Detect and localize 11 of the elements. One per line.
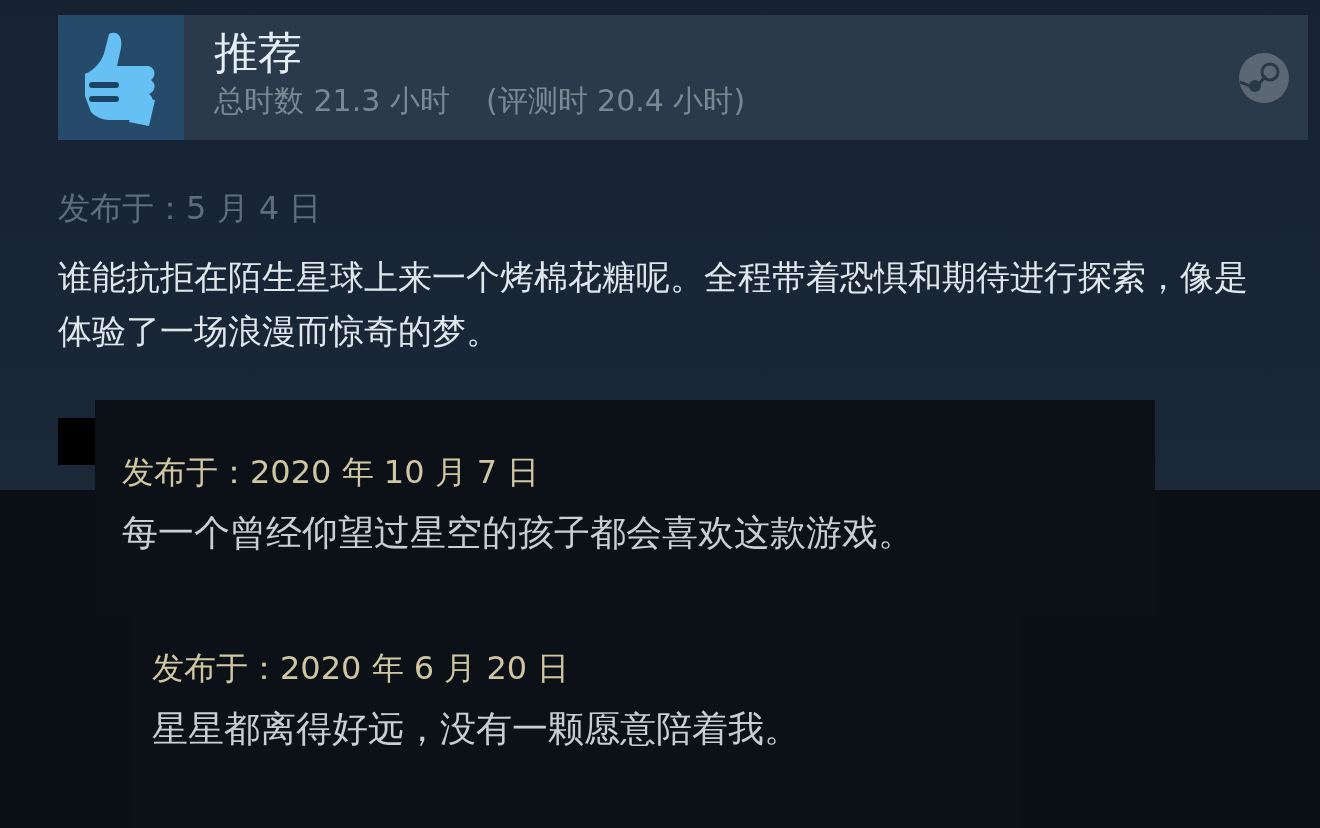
posted-date: 发布于：5 月 4 日 (58, 188, 323, 228)
steam-logo-icon (1238, 51, 1290, 104)
review-verdict: 推荐 (214, 27, 303, 79)
posted-date: 发布于：2020 年 6 月 20 日 (152, 648, 571, 689)
review-text: 星星都离得好远，没有一颗愿意陪着我。 (152, 707, 801, 751)
redaction-block (58, 418, 98, 465)
posted-date: 发布于：2020 年 10 月 7 日 (122, 452, 541, 493)
review-text: 每一个曾经仰望过星空的孩子都会喜欢这款游戏。 (122, 511, 915, 555)
review-hours: (评测时 20.4 小时) (485, 82, 746, 120)
review-text: 谁能抗拒在陌生星球上来一个烤棉花糖呢。全程带着恐惧和期待进行探索，像是体验了一场浪漫而惊奇的梦。 (58, 256, 1249, 353)
total-hours: 总时数 21.3 小时 (214, 82, 450, 120)
